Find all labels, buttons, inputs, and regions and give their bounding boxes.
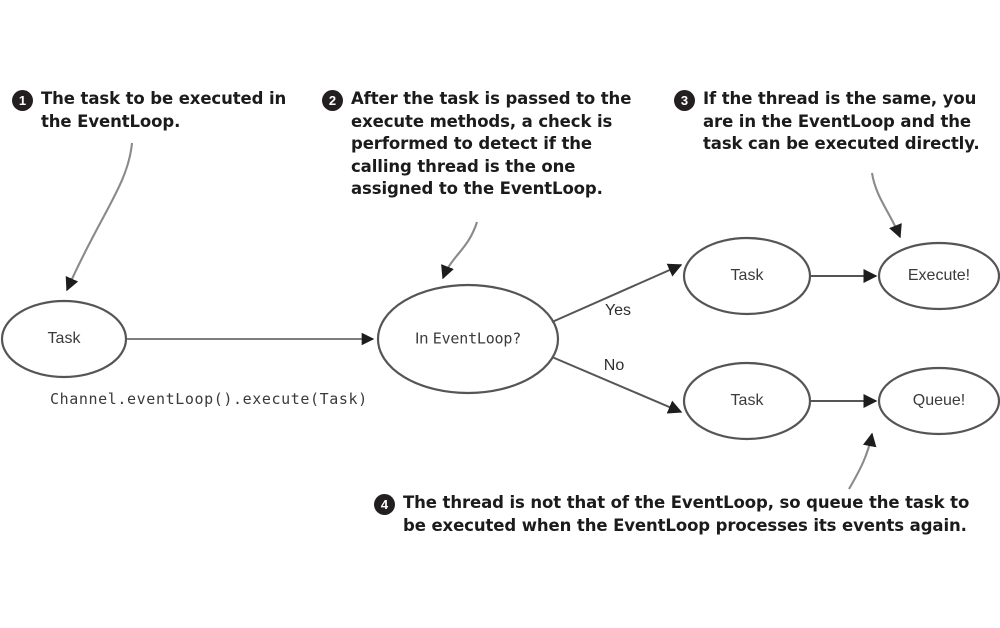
callout-badge-4: 4 (374, 494, 395, 515)
node-label-decision: In EventLoop? (415, 330, 521, 349)
callout-text-4: The thread is not that of the EventLoop,… (403, 493, 970, 535)
node-label-task-yes: Task (730, 267, 764, 284)
callout-1: 1 The task to be executed in the EventLo… (12, 88, 312, 133)
callout-badge-2: 2 (322, 90, 343, 111)
code-caption: Channel.eventLoop().execute(Task) (50, 390, 368, 408)
decision-label-code: EventLoop? (432, 329, 522, 348)
node-label-task-input: Task (47, 330, 81, 347)
annotation-arrow-1 (65, 142, 134, 292)
callout-4: 4 The thread is not that of the EventLoo… (374, 492, 990, 537)
decision-label-prefix: In (414, 330, 433, 348)
callout-badge-3: 3 (674, 90, 695, 111)
node-label-queue: Queue! (912, 392, 966, 409)
annotation-arrow-2 (441, 221, 478, 280)
edge-label-yes: Yes (604, 302, 632, 319)
diagram-canvas: Task In EventLoop? Task Execute! Task Qu… (0, 0, 1000, 628)
callout-text-3: If the thread is the same, you are in th… (703, 89, 980, 153)
callout-2: 2 After the task is passed to the execut… (322, 88, 642, 201)
node-label-task-no: Task (730, 392, 764, 409)
node-label-execute: Execute! (907, 267, 971, 284)
callout-text-1: The task to be executed in the EventLoop… (41, 89, 287, 131)
callout-3: 3 If the thread is the same, you are in … (674, 88, 992, 156)
callout-badge-1: 1 (12, 90, 33, 111)
edge-label-no: No (603, 357, 625, 374)
callout-text-2: After the task is passed to the execute … (351, 89, 632, 198)
annotation-arrow-3 (870, 172, 902, 239)
annotation-arrow-4 (848, 432, 877, 490)
